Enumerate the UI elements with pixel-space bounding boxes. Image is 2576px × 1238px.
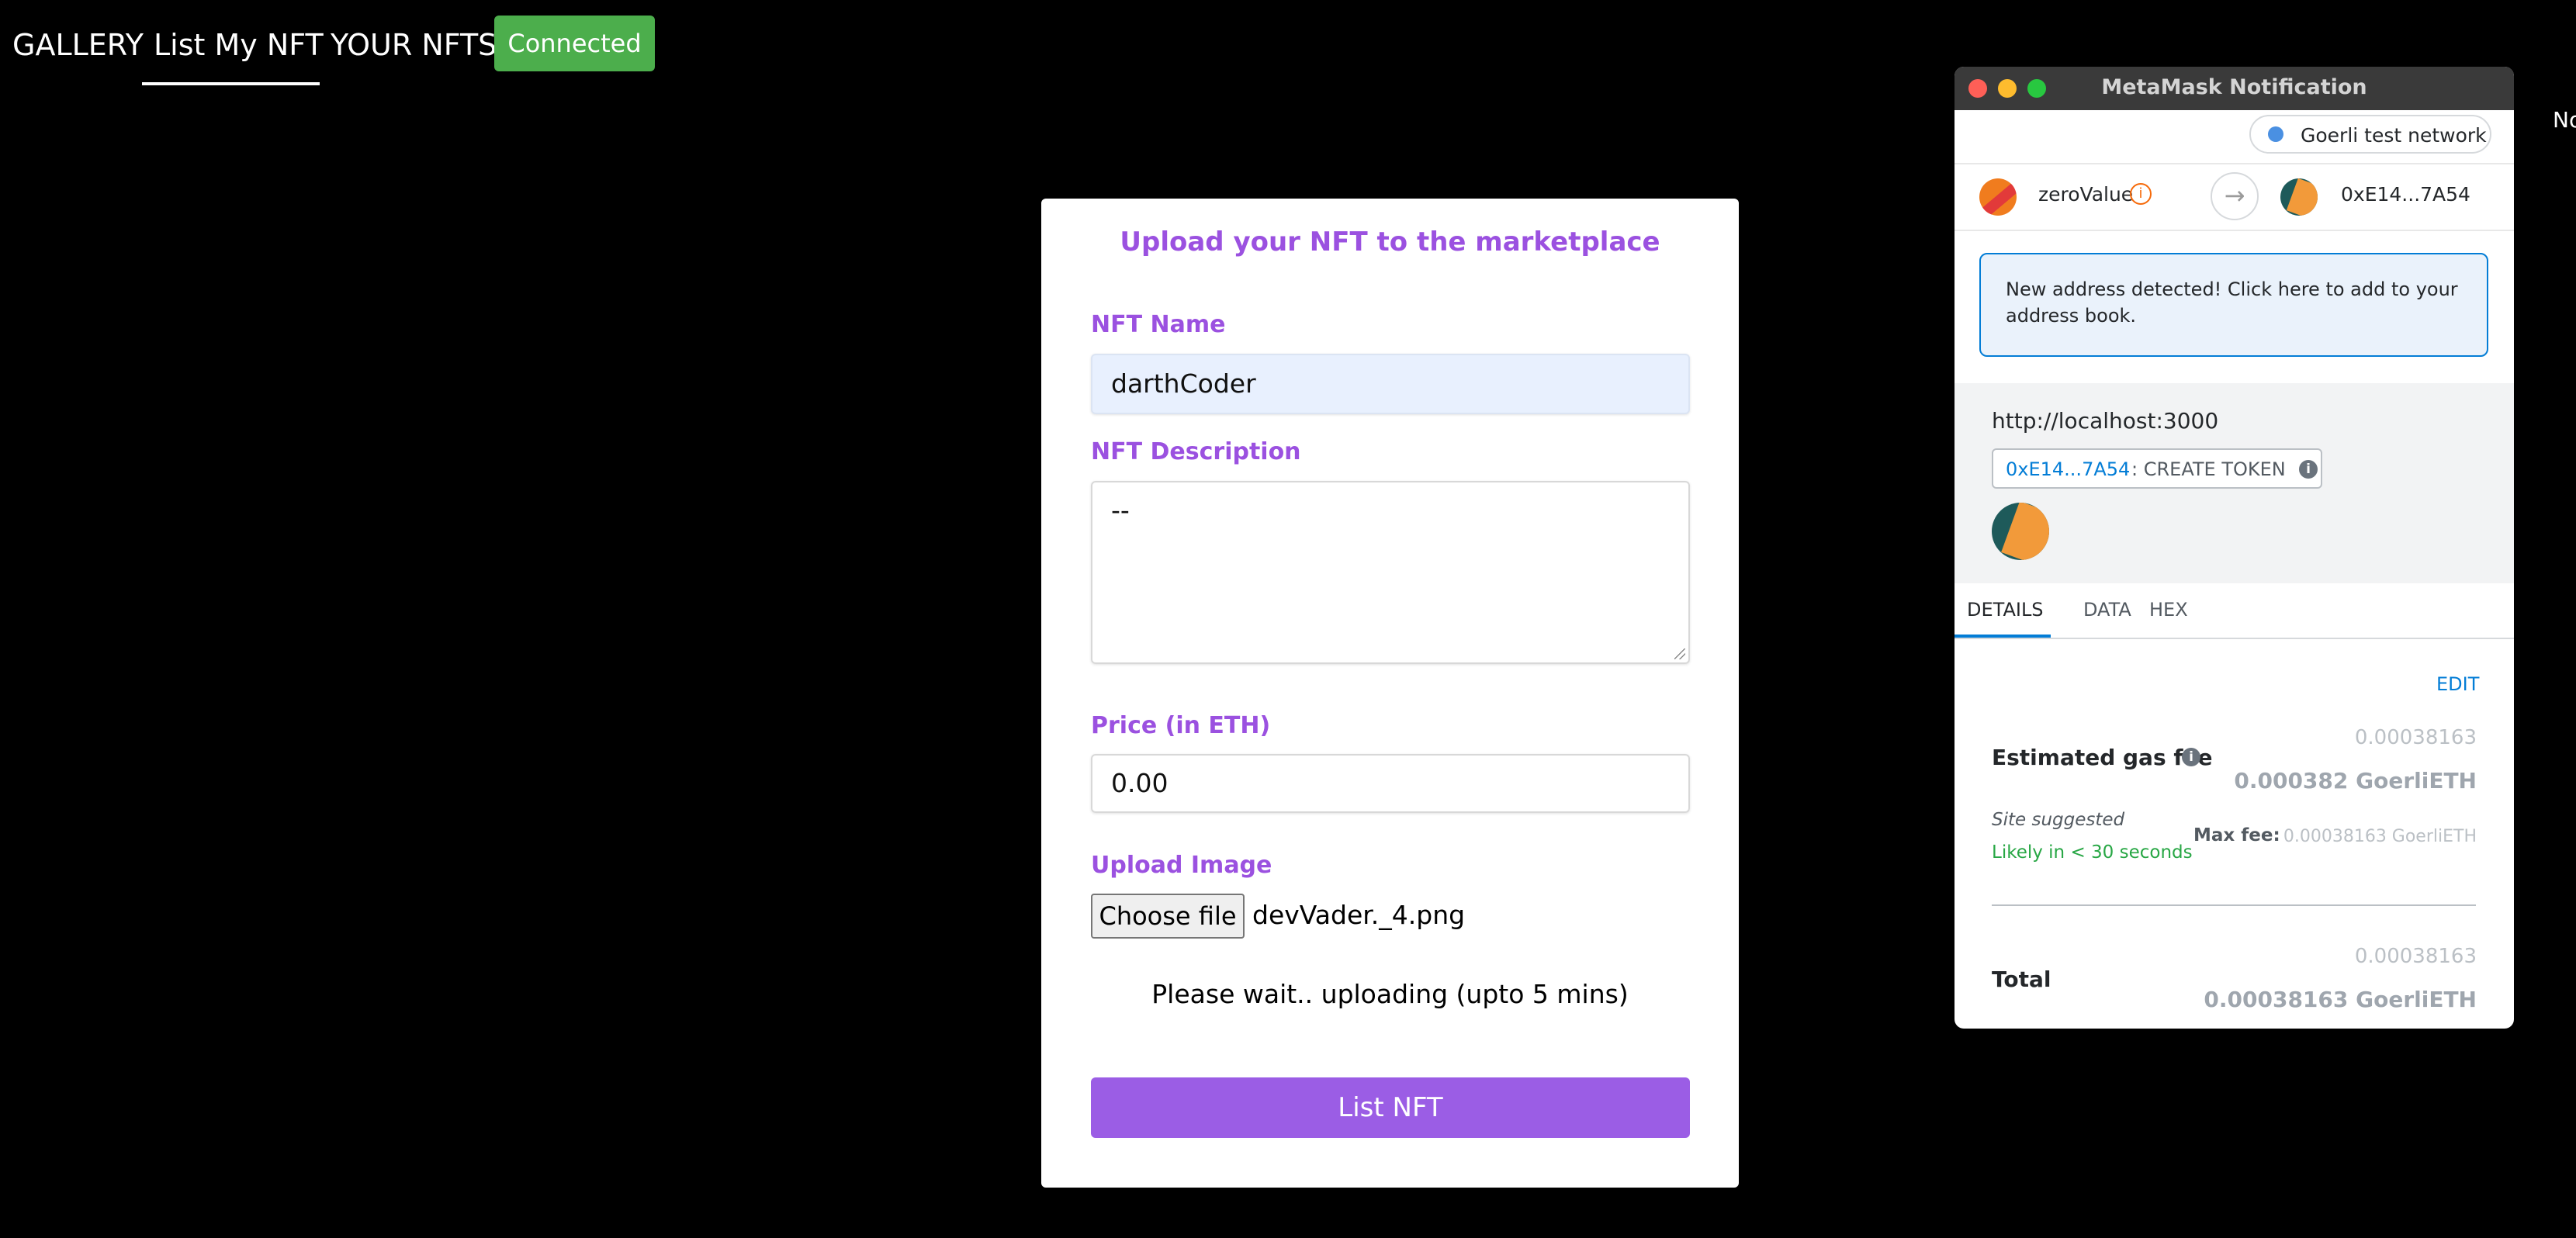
offscreen-edge-text: No xyxy=(2553,107,2576,133)
nft-name-input[interactable]: darthCoder xyxy=(1091,354,1690,414)
section-divider xyxy=(1992,904,2476,906)
total-secondary: 0.00038163 xyxy=(2354,945,2477,968)
network-name: Goerli test network xyxy=(2301,124,2487,147)
new-address-banner[interactable]: New address detected! Click here to add … xyxy=(1979,253,2488,357)
site-suggested-label: Site suggested xyxy=(1992,810,2125,830)
nav-gallery[interactable]: GALLERY xyxy=(12,28,144,62)
window-title: MetaMask Notification xyxy=(2101,75,2367,99)
nft-description-label: NFT Description xyxy=(1091,438,1301,465)
tab-details[interactable]: DETAILS xyxy=(1967,599,2044,621)
form-title: Upload your NFT to the marketplace xyxy=(1120,227,1660,258)
network-selector[interactable]: Goerli test network xyxy=(2249,115,2491,154)
resize-handle-icon[interactable] xyxy=(1674,648,1685,659)
selected-file-name: devVader._4.png xyxy=(1252,900,1466,930)
from-account-avatar xyxy=(1979,178,2017,216)
tab-data[interactable]: DATA xyxy=(2083,599,2131,621)
list-nft-button[interactable]: List NFT xyxy=(1091,1077,1690,1138)
contract-method-pill: 0xE14...7A54 : CREATE TOKEN i xyxy=(1992,448,2322,489)
max-fee-label: Max fee: xyxy=(2193,825,2280,846)
nav-your-nfts[interactable]: YOUR NFTS xyxy=(331,28,497,62)
connected-button[interactable]: Connected xyxy=(494,16,655,71)
nft-name-label: NFT Name xyxy=(1091,311,1226,338)
site-origin-section: http://localhost:3000 0xE14...7A54 : CRE… xyxy=(1955,383,2514,583)
info-icon[interactable]: i xyxy=(2299,460,2318,479)
network-status-icon xyxy=(2268,126,2283,142)
nft-description-textarea[interactable]: -- xyxy=(1091,481,1690,664)
upload-form-card: Upload your NFT to the marketplace NFT N… xyxy=(1041,199,1739,1188)
confirmation-time-estimate: Likely in < 30 seconds xyxy=(1992,842,2193,863)
account-transfer-row: zeroValue i → 0xE14...7A54 xyxy=(1955,163,2514,231)
warning-info-icon[interactable]: i xyxy=(2130,183,2152,205)
total-label: Total xyxy=(1992,967,2051,992)
from-account-name[interactable]: zeroValue xyxy=(2038,183,2133,206)
max-fee-value: 0.00038163 GoerliETH xyxy=(2283,827,2477,846)
nft-description-value: -- xyxy=(1111,495,1130,525)
contract-method-name: : CREATE TOKEN xyxy=(2131,458,2286,480)
site-url: http://localhost:3000 xyxy=(1992,408,2219,434)
gas-fee-primary: 0.000382 GoerliETH xyxy=(2234,768,2477,794)
to-account-avatar xyxy=(2280,178,2318,216)
details-tabs: DETAILS DATA HEX xyxy=(1955,583,2514,639)
total-primary: 0.00038163 GoerliETH xyxy=(2204,987,2477,1012)
gas-info-icon[interactable]: i xyxy=(2182,748,2200,766)
top-nav: GALLERY List My NFT YOUR NFTS Connected xyxy=(0,0,698,93)
window-titlebar: MetaMask Notification xyxy=(1955,67,2514,110)
active-tab-underline xyxy=(1955,635,2051,638)
estimated-gas-fee-label: Estimated gas fee xyxy=(1992,745,2213,770)
upload-status-message: Please wait.. uploading (upto 5 mins) xyxy=(1151,979,1629,1009)
price-label: Price (in ETH) xyxy=(1091,712,1271,739)
gas-fee-secondary: 0.00038163 xyxy=(2354,726,2477,749)
to-address[interactable]: 0xE14...7A54 xyxy=(2341,183,2470,206)
price-input[interactable]: 0.00 xyxy=(1091,754,1690,813)
arrow-right-icon: → xyxy=(2211,172,2259,220)
upload-image-label: Upload Image xyxy=(1091,852,1272,879)
active-nav-underline xyxy=(142,82,320,85)
choose-file-button[interactable]: Choose file xyxy=(1091,894,1245,939)
nav-list-my-nft[interactable]: List My NFT xyxy=(154,28,324,62)
tab-hex[interactable]: HEX xyxy=(2149,599,2188,621)
contract-address-link[interactable]: 0xE14...7A54 xyxy=(2006,458,2130,480)
contract-avatar xyxy=(1992,503,2049,560)
metamask-window: MetaMask Notification Goerli test networ… xyxy=(1955,67,2514,1029)
edit-button[interactable]: EDIT xyxy=(2436,673,2479,695)
